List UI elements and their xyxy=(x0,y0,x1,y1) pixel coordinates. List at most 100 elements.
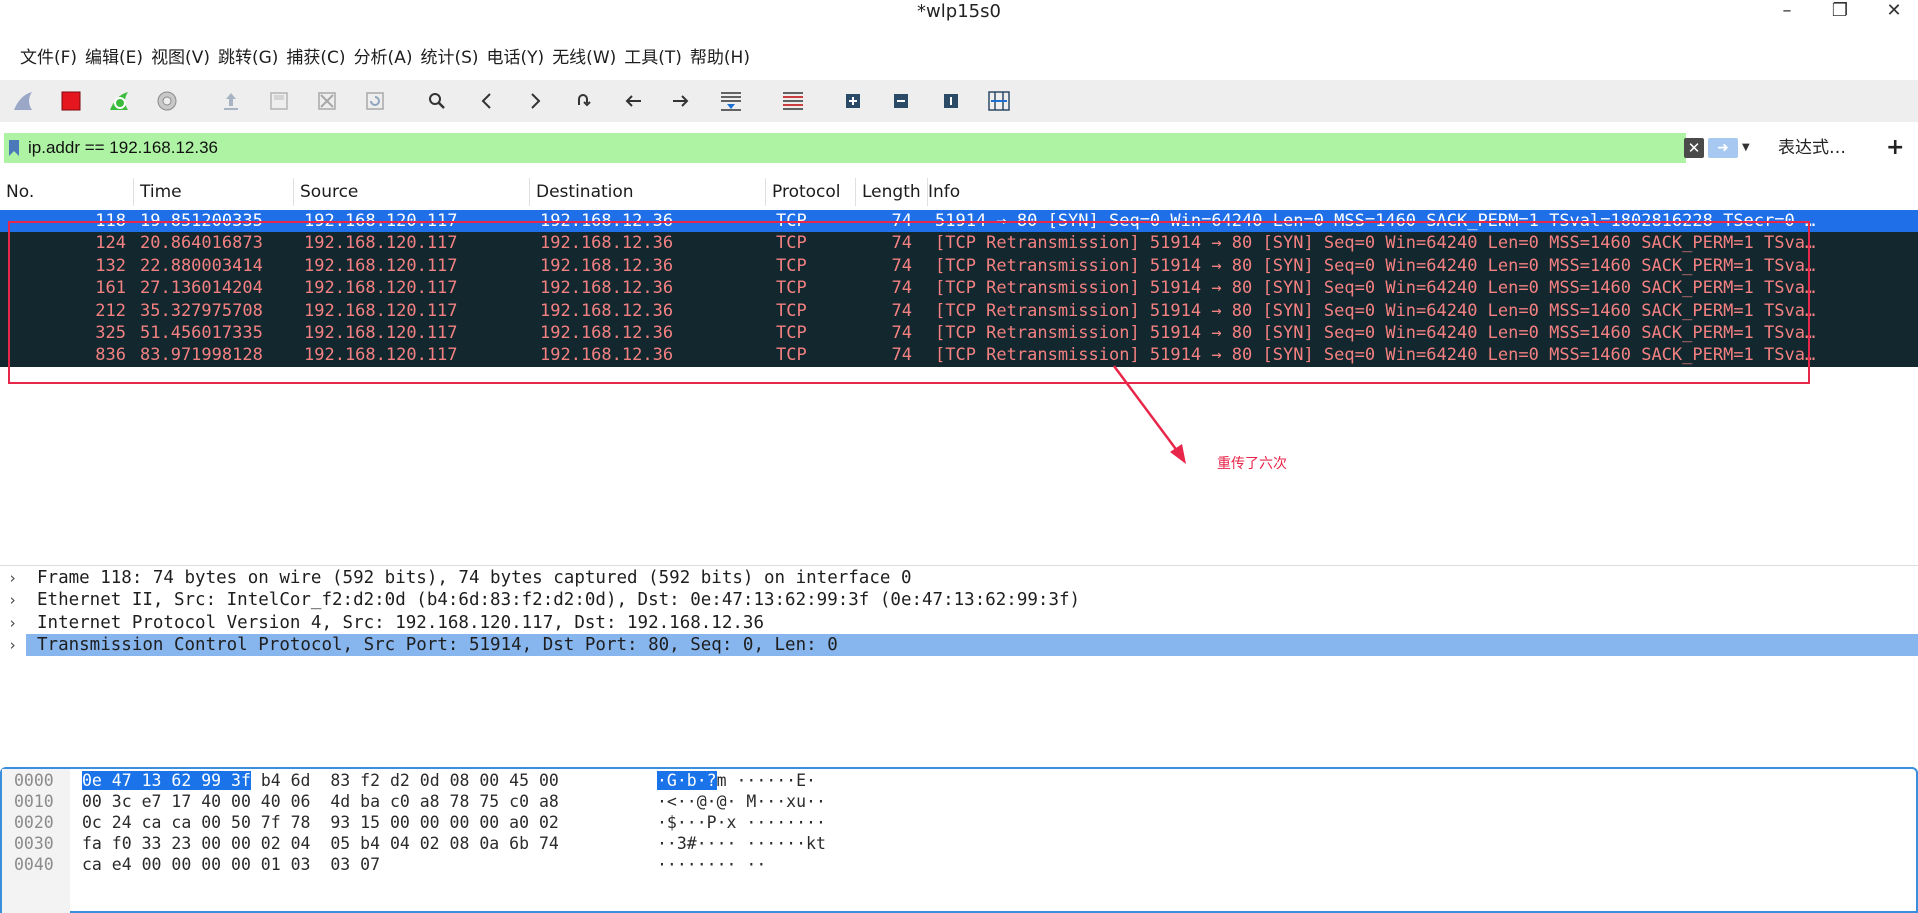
forward-icon[interactable] xyxy=(520,86,550,116)
first-packet-icon[interactable] xyxy=(618,86,648,116)
normal-size-icon[interactable] xyxy=(936,86,966,116)
packet-row[interactable]: 161 27.136014204 192.168.120.117 192.168.12… xyxy=(0,277,1918,300)
menu-telephony[interactable]: 电话(Y) xyxy=(487,44,545,74)
bytes-offset: 0010 xyxy=(14,792,54,811)
colorize-icon[interactable] xyxy=(778,86,808,116)
detail-tree-item[interactable]: › Ethernet II, Src: IntelCor_f2:d2:0d (b4… xyxy=(0,589,1918,611)
cell-time: 22.880003414 xyxy=(140,255,263,276)
menu-statistics[interactable]: 统计(S) xyxy=(420,44,478,74)
bytes-hex: fa f0 33 23 00 00 02 04 05 b4 04 02 08 0… xyxy=(82,833,559,854)
bytes-hex: ca e4 00 00 00 00 01 03 03 07 xyxy=(82,854,380,875)
packet-row[interactable]: 132 22.880003414 192.168.120.117 192.168.12… xyxy=(0,254,1918,278)
cell-time: 51.456017335 xyxy=(140,322,263,343)
detail-tree-label: Frame 118: 74 bytes on wire (592 bits), … xyxy=(37,568,912,588)
expand-chevron-icon[interactable]: › xyxy=(8,634,17,656)
packet-row[interactable]: 212 35.327975708 192.168.120.117 192.168.12… xyxy=(0,299,1918,322)
add-filter-button[interactable]: + xyxy=(1886,133,1904,163)
cell-no: 325 xyxy=(95,322,126,343)
column-header-info[interactable]: Info xyxy=(922,178,1918,206)
last-packet-icon[interactable] xyxy=(666,86,696,116)
bytes-row[interactable]: 0000 0e 47 13 62 99 3f b4 6d 83 f2 d2 0d … xyxy=(2,770,1902,791)
close-file-icon[interactable] xyxy=(312,86,342,116)
bytes-row[interactable]: 0040 ca e4 00 00 00 00 01 03 03 07 ·······… xyxy=(2,854,1902,875)
cell-info: [TCP Retransmission] 51914 → 80 [SYN] Se… xyxy=(935,278,1816,299)
save-file-icon[interactable] xyxy=(264,86,294,116)
detail-tree-item[interactable]: › Frame 118: 74 bytes on wire (592 bits),… xyxy=(0,567,1918,589)
expression-button[interactable]: 表达式… xyxy=(1778,133,1846,163)
cell-protocol: TCP xyxy=(776,278,807,299)
restart-capture-icon[interactable] xyxy=(104,86,134,116)
packet-row[interactable]: 325 51.456017335 192.168.120.117 192.168.12… xyxy=(0,321,1918,345)
expand-chevron-icon[interactable]: › xyxy=(8,589,17,611)
bytes-ascii: ··3#···· ······kt xyxy=(657,833,826,854)
detail-tree-item[interactable]: › Transmission Control Protocol, Src Port… xyxy=(0,634,1918,657)
cell-protocol: TCP xyxy=(776,233,807,254)
chevron-down-icon[interactable]: ▼ xyxy=(1742,138,1758,158)
cell-destination: 192.168.12.36 xyxy=(540,322,674,343)
zoom-in-icon[interactable] xyxy=(838,86,868,116)
column-header-source[interactable]: Source xyxy=(294,178,530,206)
cell-time: 20.864016873 xyxy=(140,233,263,254)
cell-destination: 192.168.12.36 xyxy=(540,233,674,254)
reload-icon[interactable] xyxy=(360,86,390,116)
cell-info: [TCP Retransmission] 51914 → 80 [SYN] Se… xyxy=(935,300,1816,321)
packet-row[interactable]: 836 83.971998128 192.168.120.117 192.168.12… xyxy=(0,344,1918,367)
bytes-row[interactable]: 0030 fa f0 33 23 00 00 02 04 05 b4 04 02 … xyxy=(2,833,1902,854)
cell-destination: 192.168.12.36 xyxy=(540,345,674,366)
cell-info: [TCP Retransmission] 51914 → 80 [SYN] Se… xyxy=(935,255,1816,276)
stop-capture-icon[interactable] xyxy=(56,86,86,116)
menu-help[interactable]: 帮助(H) xyxy=(690,44,750,74)
expand-chevron-icon[interactable]: › xyxy=(8,567,17,589)
menu-edit[interactable]: 编辑(E) xyxy=(85,44,143,74)
bytes-ascii: ········ ·· xyxy=(657,854,766,875)
column-header-time[interactable]: Time xyxy=(134,178,294,206)
resize-columns-icon[interactable] xyxy=(984,86,1014,116)
close-button[interactable]: ✕ xyxy=(1879,0,1909,24)
menu-view[interactable]: 视图(V) xyxy=(151,44,210,74)
window-title: *wlp15s0 xyxy=(917,1,1001,22)
display-filter-input[interactable] xyxy=(24,133,1686,163)
display-filter-bar: ✕ ➜ ▼ 表达式… + xyxy=(0,130,1918,166)
annotation-arrow-icon xyxy=(1112,365,1186,464)
expand-chevron-icon[interactable]: › xyxy=(8,612,17,634)
bookmark-icon[interactable] xyxy=(4,133,24,163)
detail-tree-label: Internet Protocol Version 4, Src: 192.16… xyxy=(37,612,764,633)
column-header-destination[interactable]: Destination xyxy=(530,178,766,206)
maximize-button[interactable]: ❐ xyxy=(1825,0,1855,24)
autoscroll-icon[interactable] xyxy=(716,86,746,116)
open-file-icon[interactable] xyxy=(216,86,246,116)
detail-tree-item[interactable]: › Internet Protocol Version 4, Src: 192.1… xyxy=(0,612,1918,634)
column-header-no[interactable]: No. xyxy=(0,178,134,206)
bytes-row[interactable]: 0010 00 3c e7 17 40 00 40 06 4d ba c0 a8 … xyxy=(2,791,1902,812)
column-header-length[interactable]: Length xyxy=(856,178,928,206)
title-bar: *wlp15s0 – ❐ ✕ xyxy=(0,0,1918,30)
zoom-out-icon[interactable] xyxy=(886,86,916,116)
minimize-button[interactable]: – xyxy=(1772,0,1802,24)
find-icon[interactable] xyxy=(422,86,452,116)
cell-info: [TCP Retransmission] 51914 → 80 [SYN] Se… xyxy=(935,322,1816,343)
menu-analyze[interactable]: 分析(A) xyxy=(354,44,413,74)
detail-tree-label: Ethernet II, Src: IntelCor_f2:d2:0d (b4:… xyxy=(37,590,1081,611)
packet-row[interactable]: 118 19.851200335 192.168.120.117 192.168.12… xyxy=(0,210,1918,233)
cell-time: 27.136014204 xyxy=(140,278,263,299)
bytes-offset: 0000 xyxy=(14,771,54,790)
back-icon[interactable] xyxy=(472,86,502,116)
menu-capture[interactable]: 捕获(C) xyxy=(286,44,345,74)
apply-filter-icon[interactable]: ➜ xyxy=(1708,138,1738,158)
main-toolbar xyxy=(0,80,1918,122)
shark-fin-start-icon[interactable] xyxy=(8,86,38,116)
cell-length: 74 xyxy=(891,233,912,254)
menu-file[interactable]: 文件(F) xyxy=(20,44,77,74)
capture-options-icon[interactable] xyxy=(152,86,182,116)
menu-wireless[interactable]: 无线(W) xyxy=(552,44,616,74)
menu-tools[interactable]: 工具(T) xyxy=(624,44,682,74)
cell-protocol: TCP xyxy=(776,322,807,343)
menu-go[interactable]: 跳转(G) xyxy=(218,44,278,74)
cell-source: 192.168.120.117 xyxy=(304,211,458,231)
bytes-row[interactable]: 0020 0c 24 ca ca 00 50 7f 78 93 15 00 00 … xyxy=(2,812,1902,833)
bytes-hex: 0e 47 13 62 99 3f b4 6d 83 f2 d2 0d 08 0… xyxy=(82,770,559,791)
packet-row[interactable]: 124 20.864016873 192.168.120.117 192.168.12… xyxy=(0,232,1918,255)
go-to-packet-icon[interactable] xyxy=(568,86,598,116)
column-header-protocol[interactable]: Protocol xyxy=(766,178,856,206)
clear-filter-icon[interactable]: ✕ xyxy=(1684,138,1704,158)
